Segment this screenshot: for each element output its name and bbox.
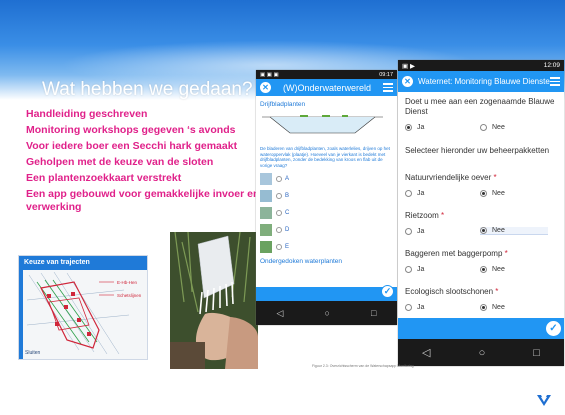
- map-footer: Sluiten: [25, 350, 41, 356]
- home-icon[interactable]: ○: [479, 347, 486, 359]
- question-text: De bladeren van drijfbladplanten, zoals …: [260, 146, 390, 168]
- back-icon[interactable]: ◁: [422, 346, 430, 359]
- map-legend-label: E-Hb-Hen: [117, 280, 138, 285]
- option-thumbnail: [260, 241, 272, 253]
- slide-title: Wat hebben we gedaan?: [42, 79, 253, 100]
- menu-icon[interactable]: [383, 83, 393, 92]
- app-title: (W)Onderwaterwereld: [282, 82, 372, 93]
- section-title: Ondergedoken waterplanten: [260, 258, 343, 265]
- question-label: Baggeren met baggerpomp *: [405, 249, 508, 258]
- option-thumbnail: [260, 207, 272, 219]
- check-icon[interactable]: ✓: [381, 285, 394, 298]
- bottom-bar: [398, 318, 564, 339]
- radio-option-ja[interactable]: Ja: [405, 227, 480, 235]
- radio-button[interactable]: [276, 244, 282, 250]
- app-bar: ✕ Waternet: Monitoring Blauwe Diensten: [398, 71, 564, 92]
- water-diagram: [262, 115, 383, 134]
- question-label: Natuurvriendelijke oever *: [405, 173, 497, 182]
- radio-option-ja[interactable]: Ja: [405, 303, 480, 311]
- phone-screenshot-waternet: ▣ ▶ 12:09 ✕ Waternet: Monitoring Blauwe …: [398, 60, 564, 366]
- bullet-item: Geholpen met de keuze van de sloten: [26, 156, 214, 168]
- close-icon[interactable]: ✕: [402, 76, 413, 87]
- bottom-bar: [256, 287, 397, 301]
- radio-button[interactable]: [480, 303, 487, 311]
- bullet-list: Handleiding geschreven Monitoring worksh…: [26, 108, 286, 217]
- option-thumbnail: [260, 173, 272, 185]
- map-legend-label: Schetslijnen: [117, 293, 142, 298]
- radio-option-nee[interactable]: Nee: [480, 227, 548, 235]
- option-row[interactable]: A: [260, 172, 393, 186]
- bullet-item: Een app gebouwd voor gemakkelijke invoer…: [26, 188, 260, 213]
- android-nav-bar: ◁ ○ □: [256, 301, 397, 325]
- radio-option-nee[interactable]: Nee: [480, 265, 555, 273]
- bullet-item: Een plantenzoekkaart verstrekt: [26, 172, 182, 184]
- android-nav-bar: ◁ ○ □: [398, 339, 564, 366]
- question-label: Selecteer hieronder uw beheerpakketten: [405, 146, 550, 155]
- question-label: Doet u mee aan een zogenaamde Blauwe Die…: [405, 97, 555, 116]
- option-row[interactable]: B: [260, 189, 393, 203]
- radio-button[interactable]: [276, 227, 282, 233]
- option-thumbnail: [260, 190, 272, 202]
- presentation-slide: Wat hebben we gedaan? Handleiding geschr…: [0, 0, 565, 415]
- radio-option-nee[interactable]: Nee: [480, 303, 555, 311]
- phone-screenshot-onderwaterwereld: ▣ ▣ ▣ 09:17 ✕ (W)Onderwaterwereld Drijfb…: [256, 70, 397, 325]
- map-screenshot: Keuze van trajecten E-Hb-Hen Schetslijne…: [18, 255, 148, 360]
- question-label: Ecologisch slootschonen *: [405, 287, 499, 296]
- radio-button[interactable]: [276, 176, 282, 182]
- radio-option-nee[interactable]: Nee: [480, 189, 555, 197]
- radio-option-ja[interactable]: Ja: [405, 189, 480, 197]
- status-bar: ▣ ▶ 12:09: [398, 60, 564, 71]
- radio-button[interactable]: [405, 227, 412, 235]
- option-row[interactable]: C: [260, 206, 393, 220]
- radio-button[interactable]: [480, 123, 487, 131]
- bullet-item: Voor iedere boer een Secchi hark gemaakt: [26, 140, 238, 152]
- check-icon[interactable]: ✓: [546, 321, 561, 336]
- map-header: Keuze van trajecten: [19, 256, 147, 270]
- figure-caption: Figuur 2.3: Overzichtsscherm van de Wate…: [312, 364, 414, 368]
- bullet-item: Monitoring workshops gegeven ‘s avonds: [26, 124, 236, 136]
- radio-button[interactable]: [405, 303, 412, 311]
- radio-button[interactable]: [480, 189, 487, 197]
- option-row[interactable]: D: [260, 223, 393, 237]
- radio-button[interactable]: [276, 193, 282, 199]
- radio-button[interactable]: [480, 265, 487, 273]
- radio-button[interactable]: [405, 189, 412, 197]
- close-icon[interactable]: ✕: [260, 82, 271, 93]
- app-bar: ✕ (W)Onderwaterwereld: [256, 79, 397, 96]
- back-icon[interactable]: ◁: [277, 308, 284, 319]
- radio-group: Ja Nee: [405, 187, 557, 199]
- radio-group: Ja Nee: [405, 225, 557, 237]
- question-label: Rietzoom *: [405, 211, 445, 220]
- section-title: Drijfbladplanten: [260, 101, 306, 108]
- recents-icon[interactable]: □: [533, 347, 540, 359]
- status-time: 12:09: [543, 62, 560, 69]
- waternet-logo-icon: [537, 395, 551, 406]
- radio-option-nee[interactable]: Nee: [480, 123, 555, 131]
- bullet-item: Handleiding geschreven: [26, 108, 148, 120]
- status-bar: ▣ ▣ ▣ 09:17: [256, 70, 397, 79]
- radio-button[interactable]: [480, 227, 487, 234]
- option-row[interactable]: E: [260, 240, 393, 254]
- radio-button[interactable]: [405, 265, 412, 273]
- app-title: Waternet: Monitoring Blauwe Diensten: [418, 77, 550, 86]
- home-icon[interactable]: ○: [325, 308, 330, 318]
- menu-icon[interactable]: [550, 77, 560, 86]
- radio-button[interactable]: [276, 210, 282, 216]
- option-thumbnail: [260, 224, 272, 236]
- radio-group: Ja Nee: [405, 121, 557, 133]
- radio-group: Ja Nee: [405, 301, 557, 313]
- radio-option-ja[interactable]: Ja: [405, 265, 480, 273]
- secchi-rake-photo: [170, 232, 258, 369]
- radio-group: Ja Nee: [405, 263, 557, 275]
- recents-icon[interactable]: □: [371, 308, 376, 318]
- radio-button[interactable]: [405, 123, 412, 131]
- radio-option-ja[interactable]: Ja: [405, 123, 480, 131]
- status-time: 09:17: [379, 71, 393, 78]
